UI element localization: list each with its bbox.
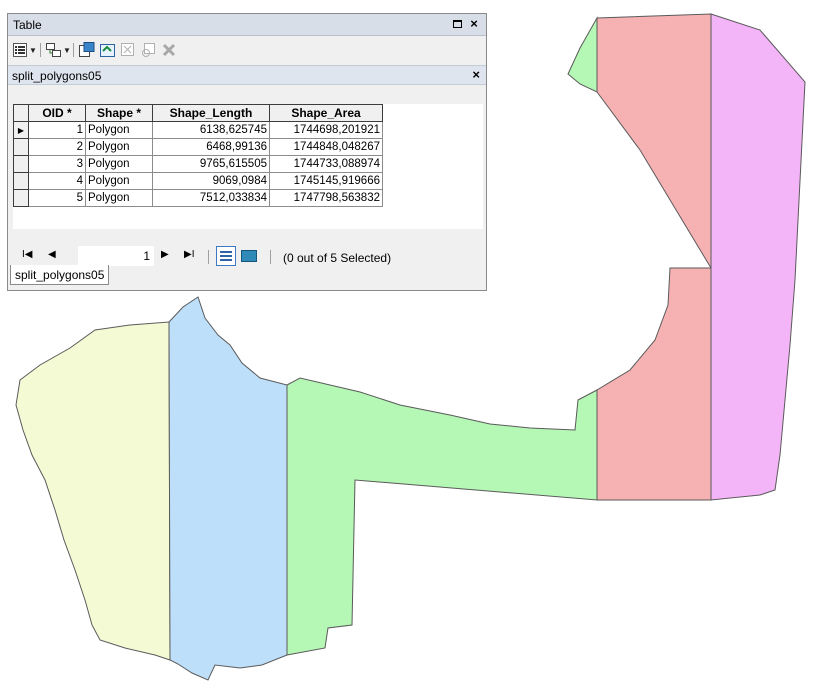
shape-length-cell[interactable]: 7512,033834 [152,189,270,207]
polygon-pink[interactable] [710,13,806,501]
first-record-button[interactable]: I◀ [22,249,32,260]
polygon-blue[interactable] [168,296,288,681]
shape-area-cell[interactable]: 1744733,088974 [269,155,383,173]
row-selector[interactable] [13,189,29,207]
show-all-records-button[interactable] [216,246,236,266]
selection-count-status: (0 out of 5 Selected) [283,251,392,265]
clear-selection-button[interactable] [121,42,135,58]
zoom-to-selected-button[interactable] [141,42,156,58]
table-options-button[interactable]: ▼ [13,42,37,58]
polygon-red-upper[interactable] [596,13,712,270]
toolbar-separator [208,250,209,264]
close-icon[interactable]: × [472,67,480,82]
switch-selection-icon [100,44,115,57]
polygon-green[interactable] [286,377,598,656]
select-by-attributes-button[interactable] [79,42,95,58]
row-selector-header[interactable] [13,104,29,122]
restore-icon[interactable] [450,17,464,31]
row-selector[interactable] [13,155,29,173]
table-row[interactable]: 3 Polygon 9765,615505 1744733,088974 [13,155,383,173]
dropdown-caret-icon: ▼ [63,45,71,55]
polygon-green-cap[interactable] [567,16,598,93]
select-by-attributes-icon [79,42,95,57]
table-row[interactable]: 2 Polygon 6468,99136 1744848,048267 [13,138,383,156]
table-row[interactable]: ▶ 1 Polygon 6138,625745 1744698,201921 [13,121,383,139]
last-record-button[interactable]: ▶I [184,249,194,260]
polygon-yellow[interactable] [15,321,171,661]
shape-length-cell[interactable]: 9765,615505 [152,155,270,173]
layer-tab-header: split_polygons05 × [8,65,486,85]
shape-area-cell[interactable]: 1744848,048267 [269,138,383,156]
current-row-marker[interactable]: ▶ [13,121,29,139]
delete-selected-icon [162,43,176,57]
polygon-red[interactable] [596,267,712,501]
column-header[interactable]: Shape_Area [269,104,383,122]
window-titlebar[interactable]: Table × [8,14,486,36]
toolbar-separator [40,43,41,57]
shape-cell[interactable]: Polygon [85,121,153,139]
show-selected-records-button[interactable] [241,250,257,262]
toolbar-separator [270,250,271,264]
dropdown-caret-icon: ▼ [29,45,37,55]
delete-selected-button[interactable] [162,42,176,58]
column-header[interactable]: Shape * [85,104,153,122]
oid-cell[interactable]: 2 [28,138,86,156]
clear-selection-icon [121,43,134,56]
related-tables-button[interactable]: ▼ [46,42,71,58]
row-selector[interactable] [13,138,29,156]
column-header[interactable]: OID * [28,104,86,122]
attribute-table-window[interactable]: Table × ▼ ▼ split_polygons05 × OID * Sha… [7,13,487,291]
switch-selection-button[interactable] [100,42,116,58]
oid-cell[interactable]: 3 [28,155,86,173]
previous-record-button[interactable]: ◀ [48,249,56,260]
row-selector[interactable] [13,172,29,190]
shape-length-cell[interactable]: 9069,0984 [152,172,270,190]
close-icon[interactable]: × [467,17,481,31]
table-toolbar: ▼ ▼ [8,36,486,64]
layer-name: split_polygons05 [12,69,102,83]
shape-length-cell[interactable]: 6468,99136 [152,138,270,156]
shape-length-cell[interactable]: 6138,625745 [152,121,270,139]
table-header-row: OID * Shape * Shape_Length Shape_Area [13,104,383,122]
toolbar-separator [73,43,74,57]
column-header[interactable]: Shape_Length [152,104,270,122]
window-title: Table [13,18,42,32]
shape-cell[interactable]: Polygon [85,189,153,207]
shape-cell[interactable]: Polygon [85,138,153,156]
table-row[interactable]: 5 Polygon 7512,033834 1747798,563832 [13,189,383,207]
related-tables-icon [46,42,61,57]
shape-cell[interactable]: Polygon [85,155,153,173]
layer-bottom-tab[interactable]: split_polygons05 [10,265,110,285]
table-grid-area[interactable]: OID * Shape * Shape_Length Shape_Area ▶ … [13,104,483,229]
shape-area-cell[interactable]: 1747798,563832 [269,189,383,207]
shape-area-cell[interactable]: 1744698,201921 [269,121,383,139]
current-record-input[interactable]: 1 [78,246,154,266]
next-record-button[interactable]: ▶ [161,249,169,260]
oid-cell[interactable]: 1 [28,121,86,139]
oid-cell[interactable]: 5 [28,189,86,207]
table-options-icon [13,43,27,57]
shape-area-cell[interactable]: 1745145,919666 [269,172,383,190]
oid-cell[interactable]: 4 [28,172,86,190]
shape-cell[interactable]: Polygon [85,172,153,190]
attribute-table: OID * Shape * Shape_Length Shape_Area ▶ … [13,104,383,207]
zoom-to-selected-icon [142,42,155,57]
table-row[interactable]: 4 Polygon 9069,0984 1745145,919666 [13,172,383,190]
